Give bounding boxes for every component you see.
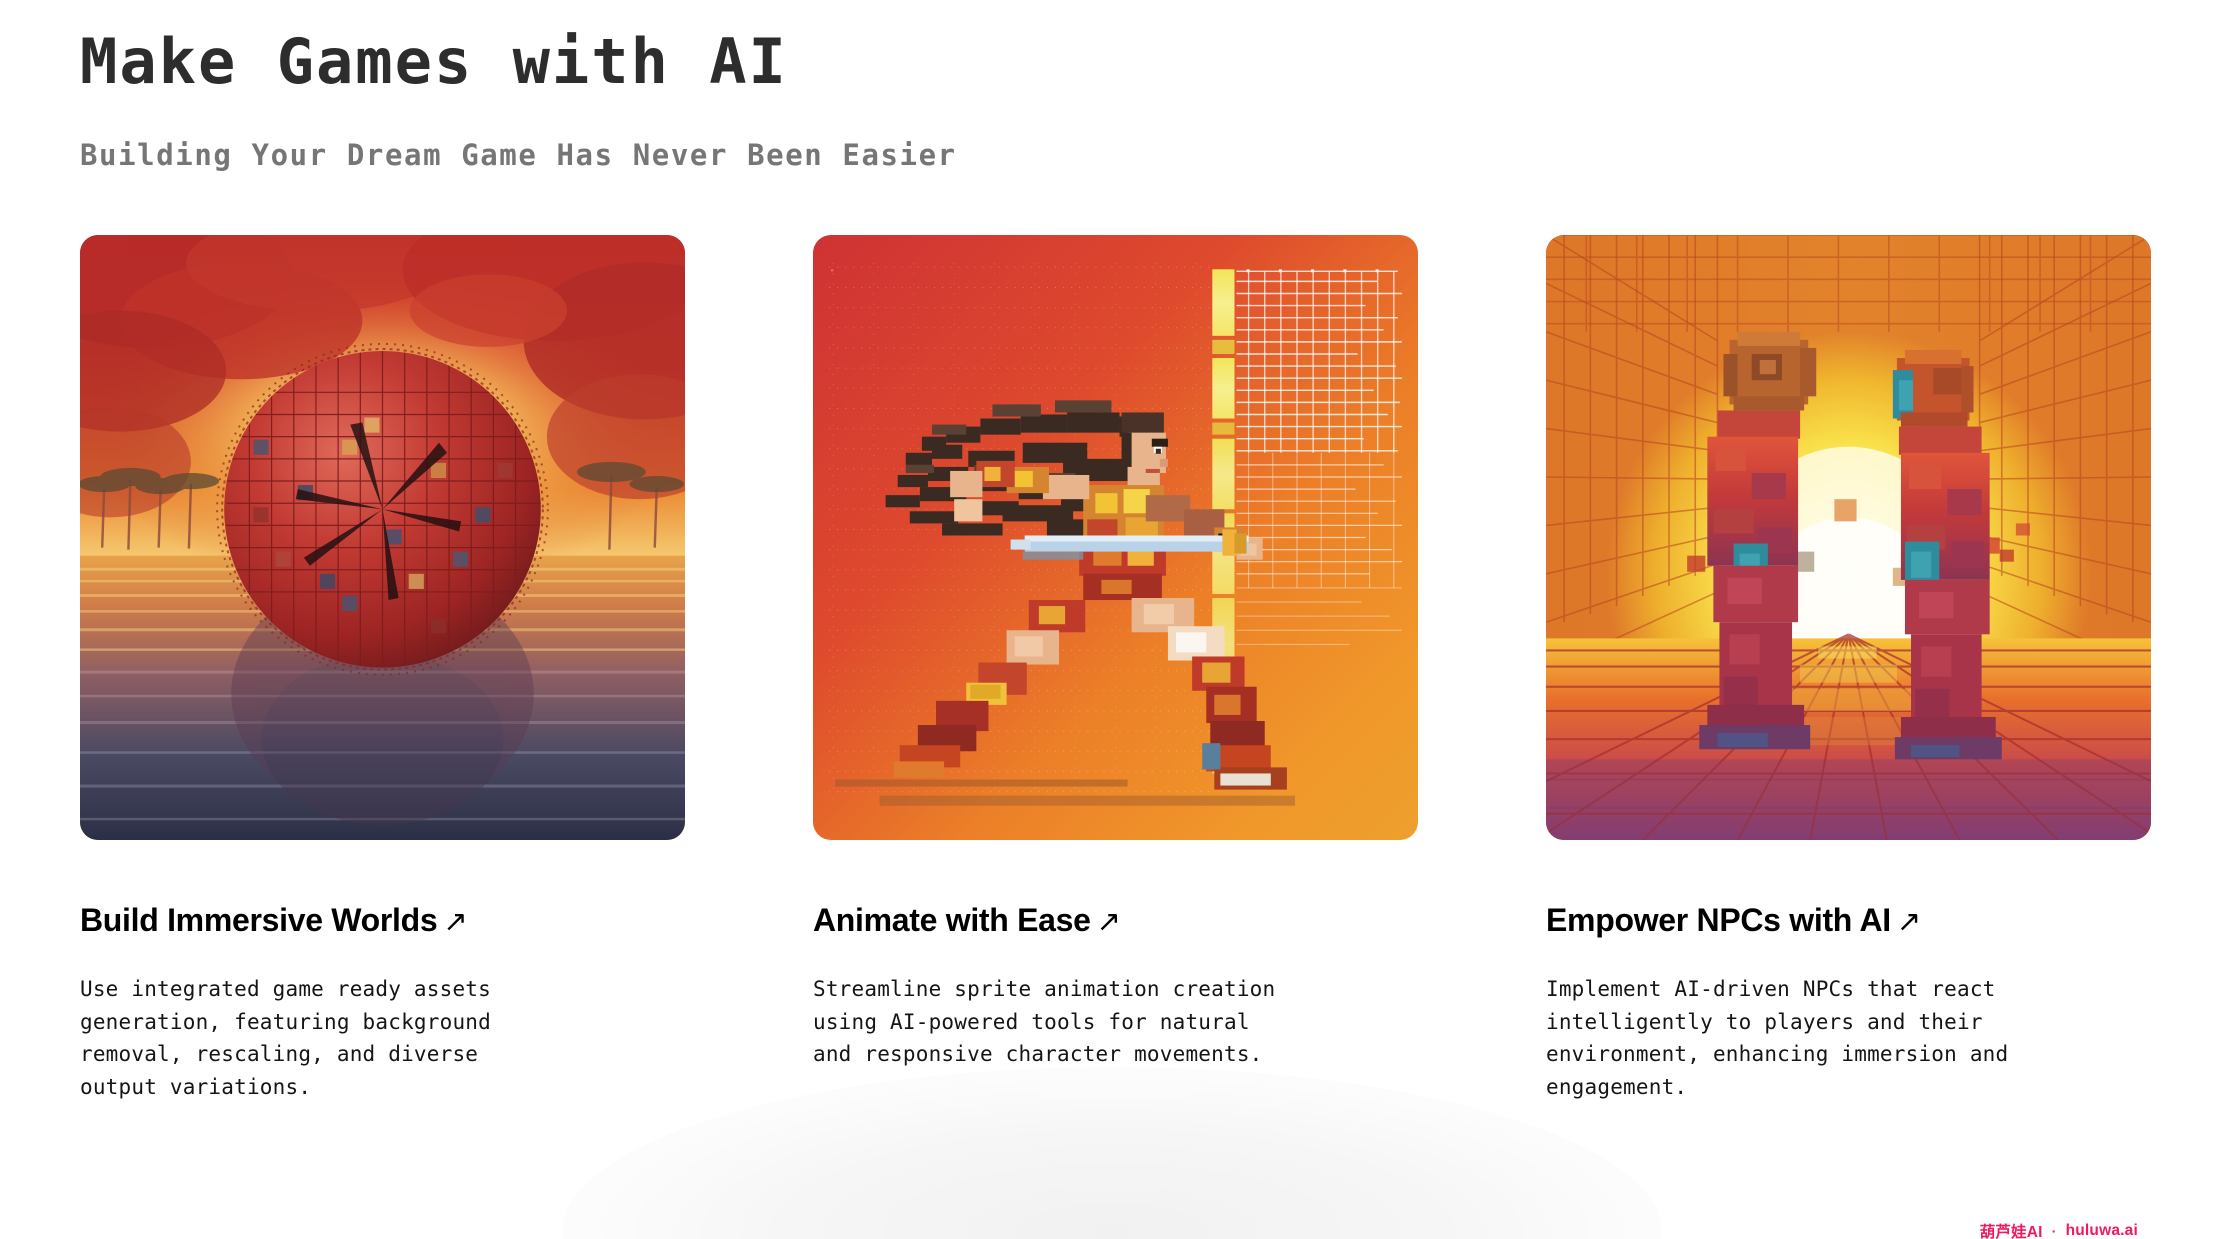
watermark: 葫芦娃AI · huluwa.ai bbox=[1980, 1220, 2138, 1239]
external-link-arrow-icon: ↗ bbox=[443, 904, 468, 939]
card-title-1[interactable]: Build Immersive Worlds ↗ bbox=[80, 902, 685, 939]
pixel-art-runner-illustration bbox=[813, 235, 1418, 841]
card-thumbnail-3[interactable] bbox=[1546, 235, 2151, 841]
card-title-3[interactable]: Empower NPCs with AI ↗ bbox=[1546, 902, 2151, 939]
feature-card-empower-npcs-with-ai[interactable]: Empower NPCs with AI ↗ Implement AI-drive… bbox=[1546, 235, 2151, 1103]
watermark-brand: 葫芦娃AI bbox=[1979, 1224, 2043, 1239]
watermark-separator: · bbox=[2051, 1223, 2057, 1239]
card-thumbnail-1[interactable] bbox=[80, 235, 685, 841]
voxel-npc-corridor-illustration bbox=[1546, 235, 2151, 841]
card-title-text-3: Empower NPCs with AI bbox=[1546, 902, 1891, 939]
external-link-arrow-icon: ↗ bbox=[1096, 904, 1121, 939]
page-title: Make Games with AI bbox=[80, 25, 788, 98]
card-description-1: Use integrated game ready assets generat… bbox=[80, 977, 491, 1099]
external-link-arrow-icon: ↗ bbox=[1896, 904, 1921, 939]
watermark-domain: huluwa.ai bbox=[2065, 1222, 2138, 1239]
feature-card-grid: Build Immersive Worlds ↗ Use integrated g… bbox=[80, 235, 2151, 1103]
page-subtitle: Building Your Dream Game Has Never Been … bbox=[80, 138, 957, 173]
card-description-2: Streamline sprite animation creation usi… bbox=[813, 977, 1276, 1067]
feature-card-build-immersive-worlds[interactable]: Build Immersive Worlds ↗ Use integrated g… bbox=[80, 235, 685, 1103]
card-title-text-2: Animate with Ease bbox=[813, 902, 1091, 939]
page-root: Make Games with AI Building Your Dream G… bbox=[0, 25, 2224, 1103]
card-title-text-1: Build Immersive Worlds bbox=[80, 902, 438, 939]
feature-card-animate-with-ease[interactable]: Animate with Ease ↗ Streamline sprite ani… bbox=[813, 235, 1418, 1103]
voxel-sphere-sunset-illustration bbox=[80, 235, 685, 841]
card-thumbnail-2[interactable] bbox=[813, 235, 1418, 841]
card-title-2[interactable]: Animate with Ease ↗ bbox=[813, 902, 1418, 939]
card-description-3: Implement AI-driven NPCs that react inte… bbox=[1546, 977, 2009, 1099]
